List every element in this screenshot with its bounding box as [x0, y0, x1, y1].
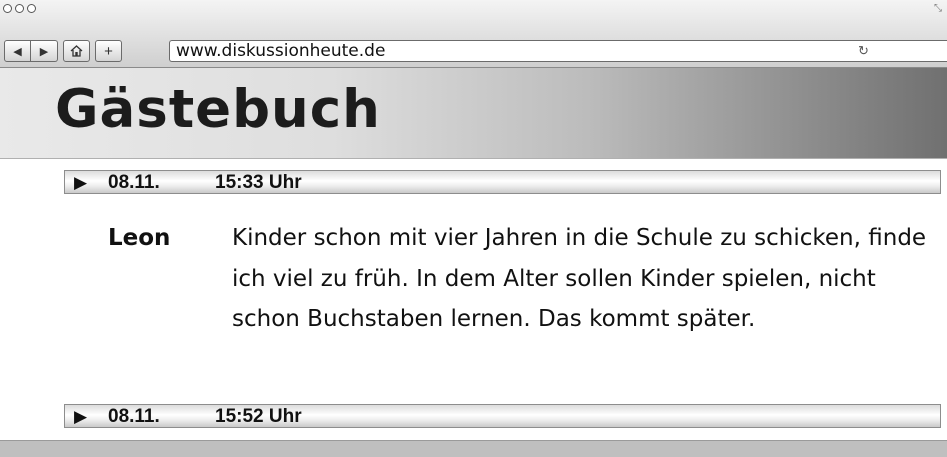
forward-button[interactable]: ▶ [31, 40, 58, 62]
page-title: Gästebuch [55, 79, 381, 140]
back-forward-group: ◀ ▶ [4, 40, 58, 62]
entry-header[interactable]: ▶ 08.11. 15:33 Uhr [64, 170, 941, 194]
back-icon: ◀ [13, 45, 22, 58]
url-text: www.diskussionheute.de [176, 41, 386, 61]
window-controls [3, 4, 36, 13]
plus-icon: + [104, 42, 113, 60]
back-button[interactable]: ◀ [4, 40, 31, 62]
status-bar [0, 440, 947, 457]
entry-author: Leon [108, 225, 171, 251]
home-button[interactable] [63, 40, 90, 62]
zoom-window-button[interactable] [27, 4, 36, 13]
reload-icon[interactable]: ↻ [858, 41, 869, 61]
home-icon [70, 45, 83, 57]
add-bookmark-button[interactable]: + [95, 40, 122, 62]
entry-date: 08.11. [108, 172, 160, 193]
entry-time: 15:33 Uhr [215, 172, 302, 193]
entry-date: 08.11. [108, 406, 160, 427]
expand-triangle-icon: ▶ [74, 173, 88, 192]
forward-icon: ▶ [39, 45, 49, 58]
entry-header[interactable]: ▶ 08.11. 15:52 Uhr [64, 404, 941, 428]
address-bar[interactable]: www.diskussionheute.de ↻ [169, 40, 947, 62]
close-window-button[interactable] [3, 4, 12, 13]
expand-triangle-icon: ▶ [74, 407, 88, 426]
resize-icon[interactable]: ⤡ [934, 4, 944, 14]
page-header: Gästebuch [0, 68, 947, 159]
entry-text: Kinder schon mit vier Jahren in die Schu… [232, 225, 927, 332]
browser-toolbar: ⤡ ◀ ▶ + www.diskussionheute.de ↻ [0, 0, 947, 68]
entry-time: 15:52 Uhr [215, 406, 302, 427]
minimize-window-button[interactable] [15, 4, 24, 13]
navigation-buttons: ◀ ▶ + [4, 40, 122, 62]
